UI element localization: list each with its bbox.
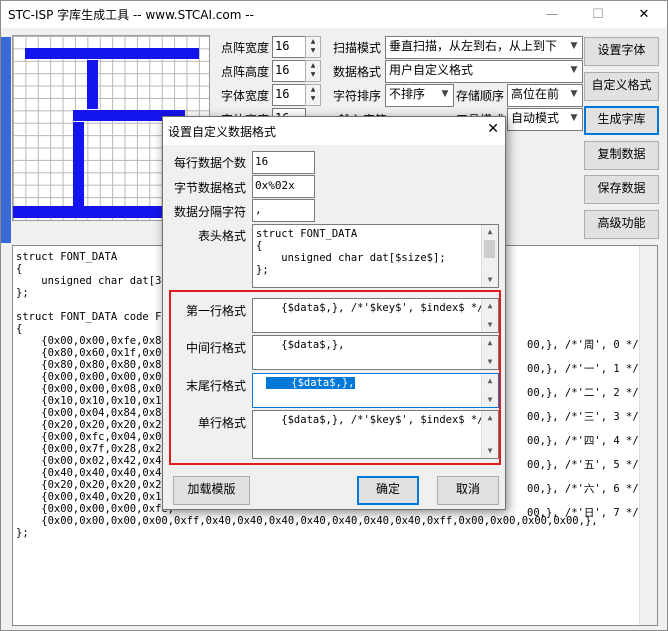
advanced-button[interactable]: 高级功能 <box>584 210 659 239</box>
glyph-pixel <box>73 122 84 208</box>
minimize-icon[interactable]: — <box>529 1 575 28</box>
dot-width-stepper[interactable]: ▲ ▼ <box>305 36 321 58</box>
chevron-down-icon: ▼ <box>570 41 578 51</box>
maximize-icon[interactable]: ☐ <box>575 1 621 28</box>
custom-format-button[interactable]: 自定义格式 <box>584 72 659 101</box>
work-mode-select[interactable]: 自动模式 ▼ <box>507 108 583 131</box>
output-scrollbar[interactable] <box>639 246 657 625</box>
generate-font-button[interactable]: 生成字库 <box>584 106 659 135</box>
save-data-button[interactable]: 保存数据 <box>584 175 659 204</box>
separator-input[interactable]: , <box>252 199 315 222</box>
dialog-title: 设置自定义数据格式 <box>168 125 277 139</box>
per-line-input[interactable]: 16 <box>252 151 315 174</box>
dot-width-label: 点阵宽度 <box>221 41 270 55</box>
chevron-down-icon: ▼ <box>441 89 449 99</box>
header-format-textarea[interactable]: struct FONT_DATA { unsigned char dat[$si… <box>252 224 499 288</box>
chevron-down-icon: ▼ <box>570 113 578 123</box>
glyph-pixel <box>25 48 199 59</box>
close-icon[interactable]: ✕ <box>621 1 667 28</box>
dot-height-input[interactable]: 16 <box>272 60 306 82</box>
left-edge-strip <box>1 37 11 243</box>
dot-width-input[interactable]: 16 <box>272 36 306 58</box>
scroll-up-icon[interactable]: ▲ <box>482 225 498 239</box>
copy-data-button[interactable]: 复制数据 <box>584 141 659 170</box>
highlight-annotation-box <box>169 290 501 465</box>
glyph-pixel <box>87 60 98 109</box>
store-order-label: 存储顺序 <box>456 89 505 103</box>
byte-format-input[interactable]: 0x%02x <box>252 175 315 198</box>
dialog-title-bar: 设置自定义数据格式 ✕ <box>163 117 505 145</box>
title-bar: STC-ISP 字库生成工具 -- www.STCAI.com -- — ☐ ✕ <box>1 1 667 28</box>
chevron-down-icon: ▼ <box>570 65 578 75</box>
scroll-thumb[interactable] <box>484 240 495 258</box>
font-width-label: 字体宽度 <box>221 89 270 103</box>
per-line-label: 每行数据个数 <box>173 156 246 170</box>
ok-button[interactable]: 确定 <box>357 476 419 505</box>
byte-format-label: 字节数据格式 <box>173 181 246 195</box>
window-title: STC-ISP 字库生成工具 -- www.STCAI.com -- <box>8 8 254 22</box>
load-template-button[interactable]: 加载模版 <box>173 476 250 505</box>
char-sort-label: 字符排序 <box>333 89 382 103</box>
header-format-text: struct FONT_DATA { unsigned char dat[$si… <box>256 228 446 276</box>
chevron-down-icon: ▼ <box>570 89 578 99</box>
dot-height-label: 点阵高度 <box>221 65 270 79</box>
cancel-button[interactable]: 取消 <box>437 476 499 505</box>
set-font-button[interactable]: 设置字体 <box>584 37 659 66</box>
font-width-stepper[interactable]: ▲ ▼ <box>305 84 321 106</box>
store-order-select[interactable]: 高位在前 ▼ <box>507 84 583 107</box>
scan-mode-label: 扫描模式 <box>333 41 382 55</box>
font-width-input[interactable]: 16 <box>272 84 306 106</box>
dialog-close-icon[interactable]: ✕ <box>487 121 499 137</box>
scan-mode-select[interactable]: 垂直扫描，从左到右，从上到下 ▼ <box>385 36 583 59</box>
scroll-down-icon[interactable]: ▼ <box>482 273 498 287</box>
data-format-label: 数据格式 <box>333 65 382 79</box>
data-format-select[interactable]: 用户自定义格式 ▼ <box>385 60 583 83</box>
output-code-right: 00,}, /*'周', 0 */ 00,}, /*'一', 1 */ 00,}… <box>527 339 639 519</box>
header-scrollbar[interactable]: ▲ ▼ <box>481 225 498 287</box>
char-sort-select[interactable]: 不排序 ▼ <box>385 84 454 107</box>
separator-label: 数据分隔字符 <box>173 205 246 219</box>
dot-height-stepper[interactable]: ▲ ▼ <box>305 60 321 82</box>
header-format-label: 表头格式 <box>197 229 246 243</box>
